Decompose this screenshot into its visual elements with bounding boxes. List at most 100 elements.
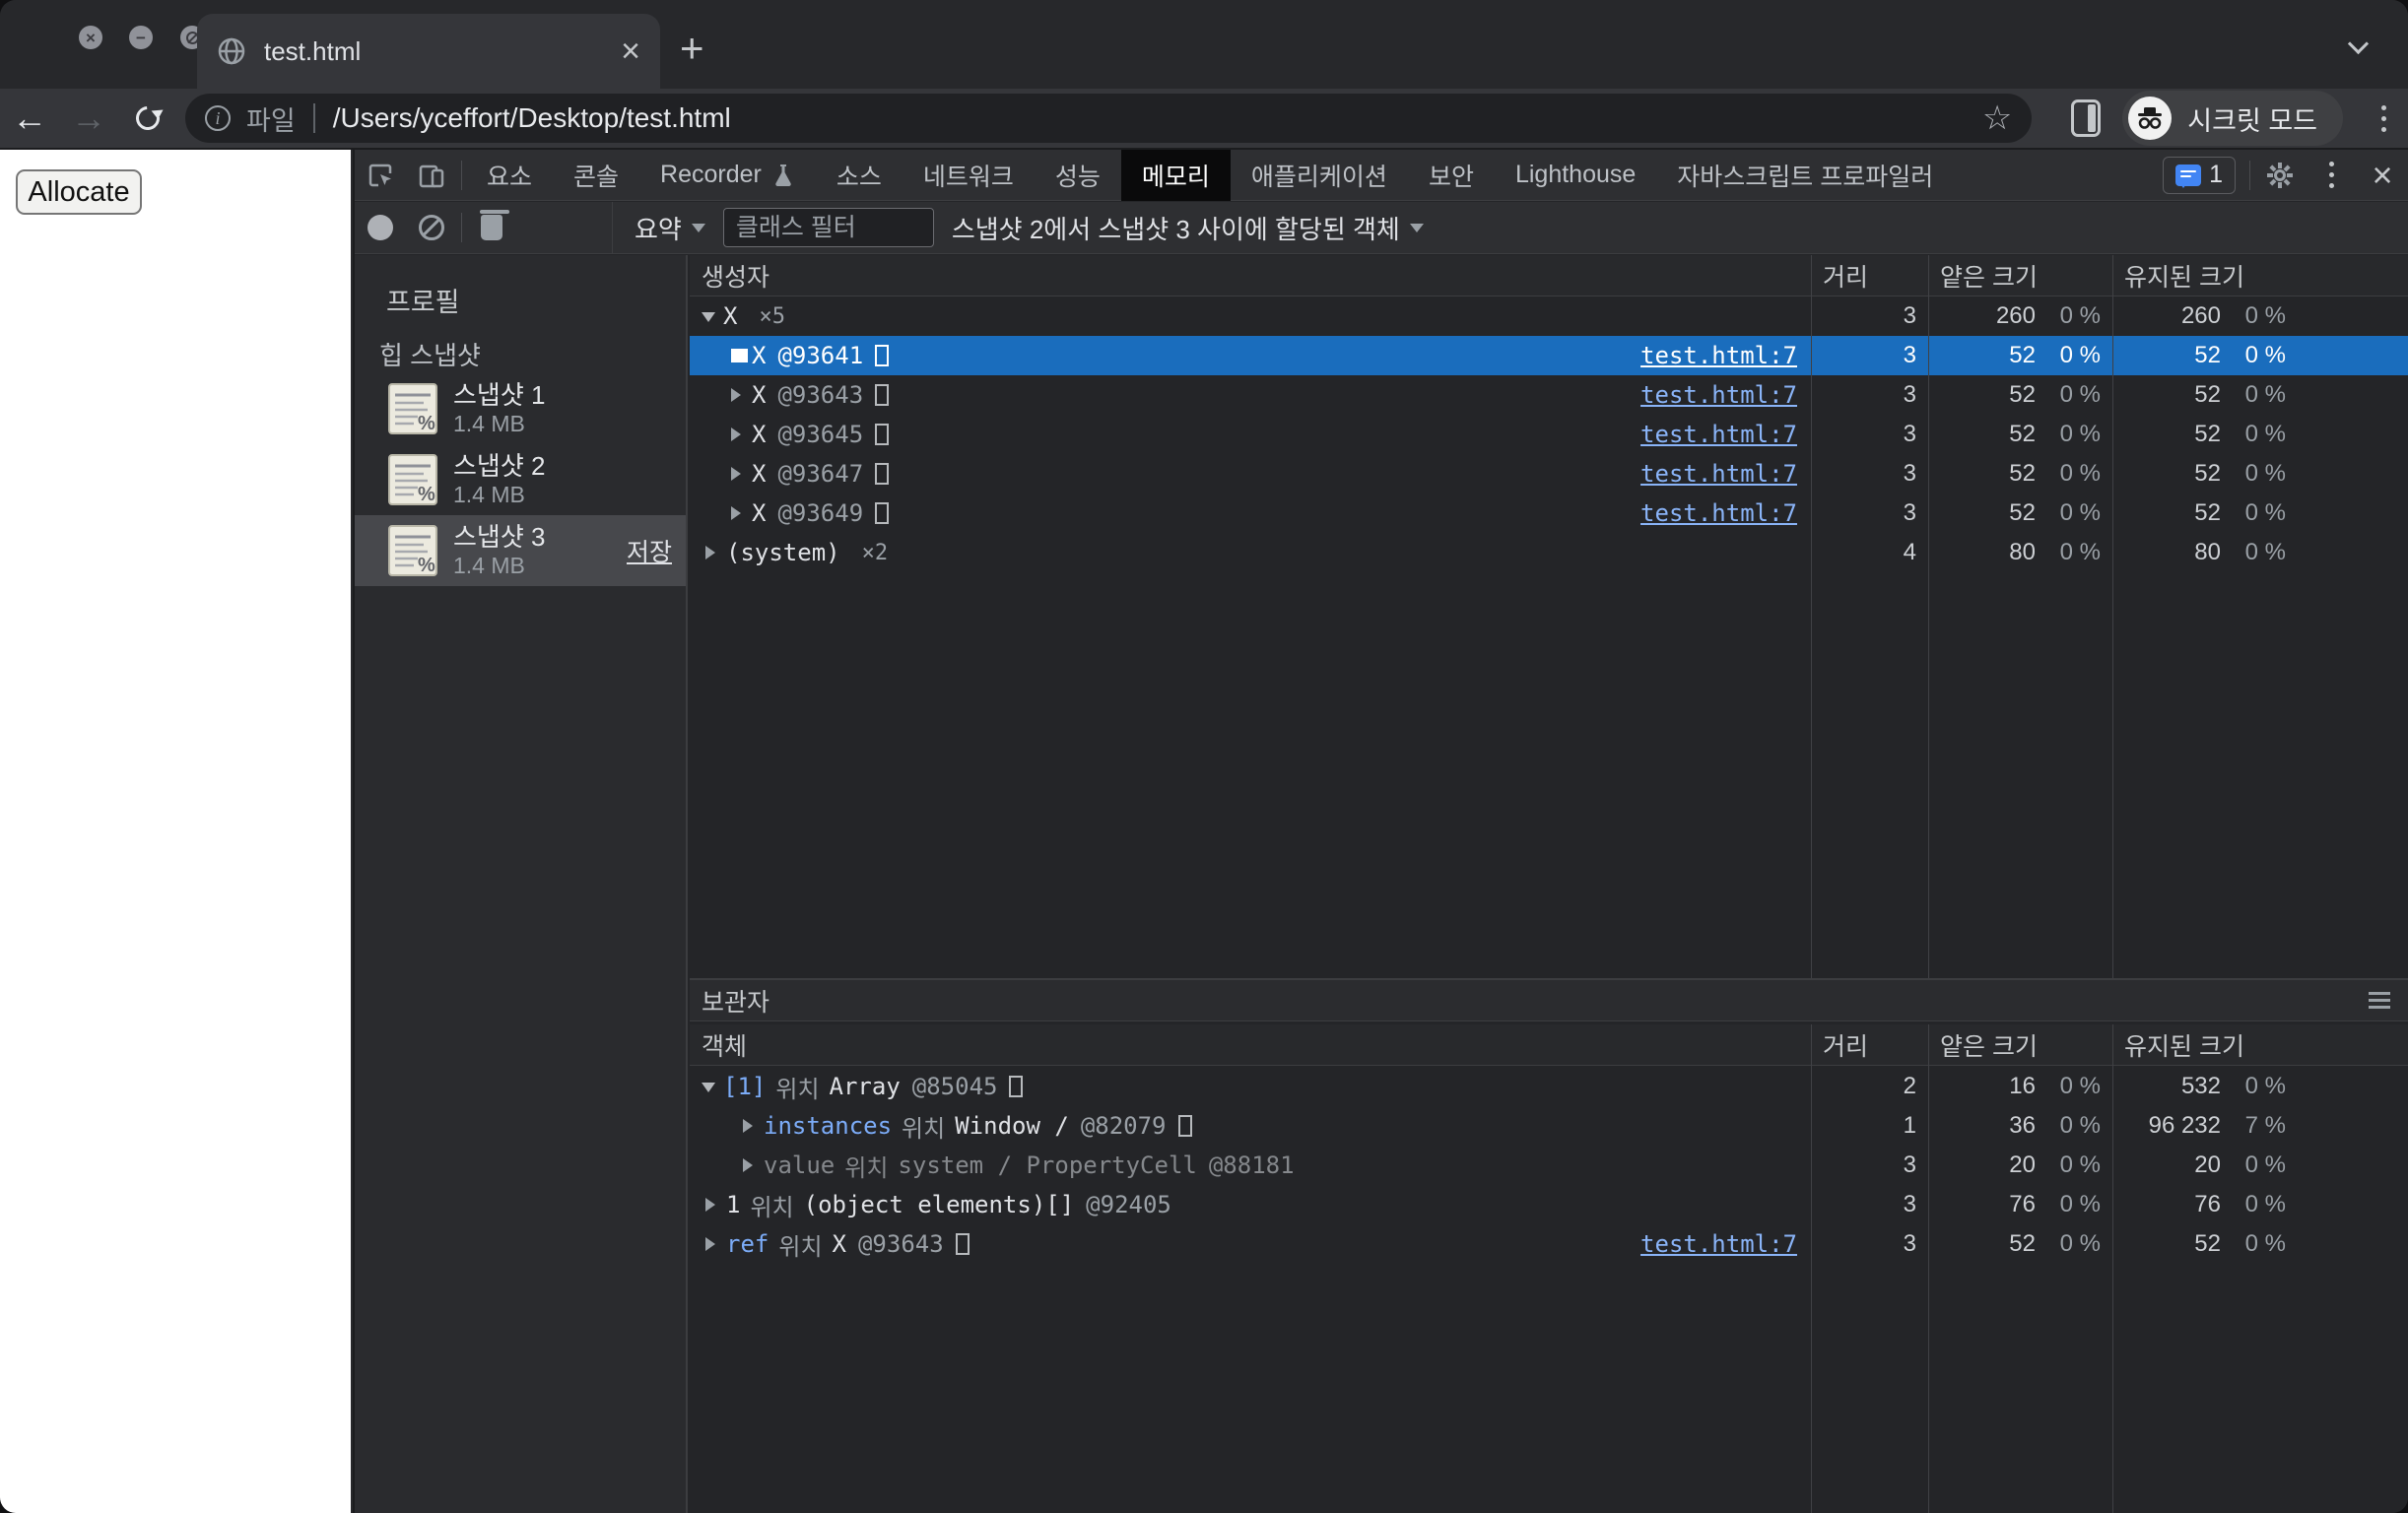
settings-gear-icon[interactable]: [2254, 150, 2306, 201]
snapshot-item-2[interactable]: % 스냅샷 2 1.4 MB: [355, 444, 686, 515]
relation-label: 위치: [750, 1194, 794, 1221]
constructor-row-7[interactable]: (system) ×2 4 80 0 % 80 0 %: [690, 533, 2408, 572]
window-minimize-button[interactable]: −: [129, 26, 153, 49]
memory-toolbar: 요약 스냅샷 2에서 스냅샷 3 사이에 할당된 객체: [355, 201, 2408, 254]
heap-snapshots-header: 힙 스냅샷: [379, 341, 481, 370]
collapsed-arrow-icon[interactable]: [705, 546, 722, 559]
devtools-tab-7[interactable]: 메모리: [1120, 149, 1231, 201]
address-bar[interactable]: i 파일 /Users/yceffort/Desktop/test.html ☆: [185, 94, 2033, 143]
new-tab-button[interactable]: +: [680, 28, 704, 69]
devtools-tab-9[interactable]: 보안: [1408, 150, 1495, 201]
constructor-row-2[interactable]: X @93641 test.html:7 3 52 0 % 52 0 %: [690, 336, 2408, 375]
size-value: 80: [2009, 539, 2036, 565]
devtools-tab-2[interactable]: 콘솔: [553, 150, 639, 201]
browser-tab[interactable]: test.html ×: [197, 14, 660, 89]
source-link[interactable]: test.html:7: [1640, 1230, 1811, 1258]
allocate-button[interactable]: Allocate: [16, 169, 142, 215]
retainers-section-bar[interactable]: 보관자: [690, 978, 2408, 1021]
devtools-tab-1[interactable]: 요소: [466, 150, 553, 201]
record-heap-icon[interactable]: [355, 202, 406, 253]
devtools-tab-label: 콘솔: [573, 163, 620, 191]
snapshot-icon: %: [388, 525, 437, 576]
back-button[interactable]: ←: [0, 100, 59, 136]
info-icon[interactable]: i: [205, 105, 231, 131]
object-name: X: [832, 1230, 846, 1258]
source-link[interactable]: test.html:7: [1640, 460, 1811, 488]
constructor-row-5[interactable]: X @93647 test.html:7 3 52 0 % 52 0 %: [690, 454, 2408, 493]
collapsed-arrow-icon[interactable]: [743, 1119, 760, 1133]
retainer-row-1[interactable]: [1] 위치 Array @85045 2 16 0 % 532 0 %: [690, 1067, 2408, 1106]
constructor-row-3[interactable]: X @93643 test.html:7 3 52 0 % 52 0 %: [690, 375, 2408, 415]
retainers-menu-icon[interactable]: [2369, 992, 2390, 1009]
collapsed-arrow-icon[interactable]: [731, 428, 748, 441]
side-panel-icon[interactable]: [2071, 99, 2102, 137]
delete-profile-icon[interactable]: [466, 202, 517, 253]
tab-search-chevron-icon[interactable]: [2349, 33, 2369, 53]
source-link[interactable]: test.html:7: [1640, 342, 1811, 369]
inspect-element-icon[interactable]: [355, 150, 406, 201]
bookmark-star-icon[interactable]: ☆: [1982, 99, 2012, 138]
toolbar-divider: [461, 213, 462, 242]
devtools-menu-button[interactable]: [2306, 150, 2357, 201]
devtools-tab-label: 요소: [487, 163, 533, 191]
size-percent: 0 %: [2244, 1073, 2286, 1099]
size-percent: 7 %: [2244, 1112, 2286, 1139]
devtools-tab-11[interactable]: 자바스크립트 프로파일러: [1656, 150, 1954, 201]
object-name: (system): [726, 539, 840, 566]
devtools-tab-8[interactable]: 애플리케이션: [1231, 150, 1408, 201]
retainer-row-3[interactable]: value 위치 system / PropertyCell @88181 3 20 0 %…: [690, 1146, 2408, 1185]
devtools-tab-6[interactable]: 성능: [1035, 150, 1121, 201]
collapsed-arrow-icon[interactable]: [705, 1237, 722, 1251]
devtools-tab-10[interactable]: Lighthouse: [1495, 150, 1656, 201]
snapshot-item-3[interactable]: % 스냅샷 3 1.4 MB 저장: [355, 515, 686, 586]
device-toolbar-icon[interactable]: [406, 150, 457, 201]
snapshot-save-link[interactable]: 저장: [627, 533, 672, 568]
constructor-row-6[interactable]: X @93649 test.html:7 3 52 0 % 52 0 %: [690, 493, 2408, 533]
collapsed-arrow-icon[interactable]: [743, 1158, 760, 1172]
column-distance: 거리: [1823, 1032, 1869, 1061]
size-percent: 0 %: [2059, 1191, 2101, 1217]
column-object: 객체: [702, 1032, 748, 1061]
size-percent: 0 %: [2244, 460, 2286, 487]
retainer-row-5[interactable]: ref 위치 X @93643 test.html:7 3 52 0 % 52 0 %: [690, 1224, 2408, 1264]
devtools-tab-5[interactable]: 네트워크: [903, 150, 1035, 201]
collapsed-arrow-icon[interactable]: [731, 506, 748, 520]
snapshot-range-select[interactable]: 스냅샷 2에서 스냅샷 3 사이에 할당된 객체: [952, 210, 1424, 246]
forward-button[interactable]: →: [59, 100, 118, 136]
constructor-cell: X @93645 test.html:7: [690, 415, 1811, 454]
window-close-button[interactable]: ×: [79, 26, 102, 49]
retainers-header-row[interactable]: 객체 거리 얕은 크기 유지된 크기: [690, 1024, 2408, 1066]
source-link[interactable]: test.html:7: [1640, 421, 1811, 448]
source-link[interactable]: test.html:7: [1640, 499, 1811, 527]
snapshot-text: 스냅샷 2 1.4 MB: [453, 451, 545, 509]
collapsed-arrow-icon[interactable]: [705, 1198, 722, 1212]
source-link[interactable]: test.html:7: [1640, 381, 1811, 409]
collapsed-arrow-icon[interactable]: [731, 467, 748, 481]
expanded-arrow-icon[interactable]: [702, 1082, 715, 1099]
devtools-close-button[interactable]: ×: [2357, 150, 2408, 201]
collapsed-arrow-icon[interactable]: [731, 388, 748, 402]
perspective-select[interactable]: 요약: [635, 210, 705, 246]
retained-size-cell: 52 0 %: [2112, 375, 2408, 415]
constructor-row-4[interactable]: X @93645 test.html:7 3 52 0 % 52 0 %: [690, 415, 2408, 454]
retainer-row-2[interactable]: instances 위치 Window / @82079 1 36 0 % 96 232 7 %: [690, 1106, 2408, 1146]
issues-button[interactable]: 1: [2163, 156, 2236, 194]
retained-size-cell: 532 0 %: [2112, 1067, 2408, 1106]
class-filter-input[interactable]: [722, 208, 934, 247]
devtools-tab-4[interactable]: 소스: [816, 150, 903, 201]
reload-button[interactable]: [118, 101, 177, 135]
expanded-arrow-icon[interactable]: [702, 311, 715, 329]
devtools-tab-3[interactable]: Recorder: [639, 150, 816, 201]
tab-close-icon[interactable]: ×: [621, 34, 640, 68]
object-id: @92405: [1086, 1191, 1171, 1218]
shallow-size-cell: 52 0 %: [1928, 375, 2112, 415]
snapshot-item-1[interactable]: % 스냅샷 1 1.4 MB: [355, 373, 686, 444]
clear-profiles-icon[interactable]: [406, 202, 457, 253]
retainer-row-4[interactable]: 1 위치 (object elements)[] @92405 3 76 0 % 76 0 %: [690, 1185, 2408, 1224]
snapshot-name: 스냅샷 2: [453, 450, 546, 481]
constructors-header-row[interactable]: 생성자 거리 얕은 크기 유지된 크기: [690, 255, 2408, 296]
constructor-row-1[interactable]: X ×5 3 260 0 % 260 0 %: [690, 296, 2408, 336]
shallow-size-cell: 260 0 %: [1928, 296, 2112, 336]
collapsed-arrow-icon[interactable]: [731, 349, 748, 362]
browser-menu-button[interactable]: [2359, 104, 2408, 132]
